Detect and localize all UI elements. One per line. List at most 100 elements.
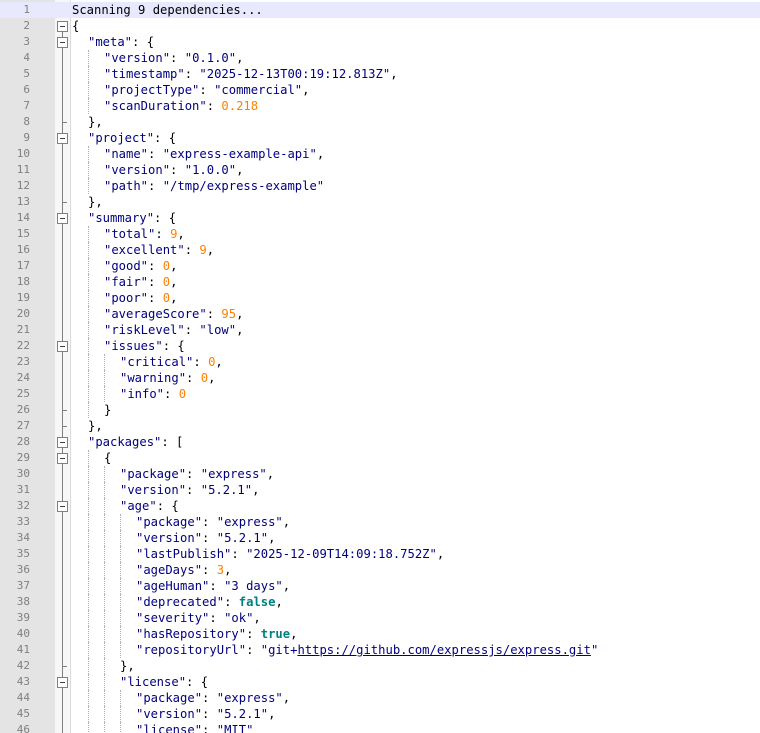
- fold-line: [56, 546, 70, 562]
- line-code: },: [88, 658, 135, 674]
- code-line[interactable]: 6 "projectType": "commercial",: [0, 82, 760, 98]
- code-line[interactable]: 4 "version": "0.1.0",: [0, 50, 760, 66]
- code-line[interactable]: 1 Scanning 9 dependencies...: [0, 2, 760, 18]
- code-token: :: [224, 595, 239, 609]
- code-line[interactable]: 35 "lastPublish": "2025-12-09T14:09:18.75…: [0, 546, 760, 562]
- code-line[interactable]: 37 "ageHuman": "3 days",: [0, 578, 760, 594]
- code-line[interactable]: 11 "version": "1.0.0",: [0, 162, 760, 178]
- fold-line: [56, 306, 70, 322]
- code-line[interactable]: 20 "averageScore": 95,: [0, 306, 760, 322]
- fold-collapse-icon[interactable]: [56, 34, 70, 50]
- fold-collapse-icon[interactable]: [56, 18, 70, 34]
- code-token: ,: [282, 579, 291, 593]
- code-line[interactable]: 28 "packages": [: [0, 434, 760, 450]
- code-token: : {: [132, 35, 155, 49]
- code-line[interactable]: 31 "version": "5.2.1",: [0, 482, 760, 498]
- line-number: 29: [16, 451, 30, 464]
- code-line[interactable]: 32 "age": {: [0, 498, 760, 514]
- line-code: "good": 0,: [88, 258, 177, 274]
- code-line[interactable]: 14 "summary": {: [0, 210, 760, 226]
- code-editor[interactable]: 1 Scanning 9 dependencies... 2{3 "meta": {4…: [0, 0, 760, 733]
- code-token: "2025-12-13T00:19:12.813Z": [199, 67, 391, 81]
- code-token: },: [88, 115, 103, 129]
- code-line[interactable]: 12 "path": "/tmp/express-example": [0, 178, 760, 194]
- line-code: "project": {: [88, 130, 176, 146]
- code-line[interactable]: 44 "package": "express",: [0, 690, 760, 706]
- line-number: 28: [16, 435, 30, 448]
- code-line[interactable]: 15 "total": 9,: [0, 226, 760, 242]
- code-token: :: [184, 323, 200, 337]
- code-token: "0.1.0": [184, 51, 237, 65]
- code-token: "express": [200, 467, 267, 481]
- code-line[interactable]: 21 "riskLevel": "low",: [0, 322, 760, 338]
- code-line[interactable]: 5 "timestamp": "2025-12-13T00:19:12.813Z"…: [0, 66, 760, 82]
- fold-collapse-icon[interactable]: [56, 210, 70, 226]
- fold-collapse-icon[interactable]: [56, 338, 70, 354]
- fold-collapse-icon[interactable]: [56, 450, 70, 466]
- code-token: :: [202, 723, 217, 733]
- line-code: "version": "5.2.1",: [88, 706, 275, 722]
- code-line[interactable]: 26}: [0, 402, 760, 418]
- code-line[interactable]: 38 "deprecated": false,: [0, 594, 760, 610]
- code-line[interactable]: 2{: [0, 18, 760, 34]
- line-number: 32: [16, 499, 30, 512]
- code-token: :: [202, 707, 217, 721]
- fold-collapse-icon[interactable]: [56, 130, 70, 146]
- repository-link[interactable]: https://github.com/expressjs/express.git: [297, 643, 591, 657]
- code-line[interactable]: 27},: [0, 418, 760, 434]
- code-line[interactable]: 33 "package": "express",: [0, 514, 760, 530]
- code-line[interactable]: 22 "issues": {: [0, 338, 760, 354]
- code-line[interactable]: 7 "scanDuration": 0.218: [0, 98, 760, 114]
- code-line[interactable]: 43 "license": {: [0, 674, 760, 690]
- code-line[interactable]: 23 "critical": 0,: [0, 354, 760, 370]
- fold-line: [56, 594, 70, 610]
- line-number: 11: [16, 163, 30, 176]
- code-line[interactable]: 45 "version": "5.2.1",: [0, 706, 760, 722]
- code-line[interactable]: 42},: [0, 658, 760, 674]
- fold-line: [56, 530, 70, 546]
- code-line[interactable]: 10 "name": "express-example-api",: [0, 146, 760, 162]
- line-code: "license": {: [88, 674, 209, 690]
- code-line[interactable]: 30 "package": "express",: [0, 466, 760, 482]
- line-number: 35: [16, 547, 30, 560]
- line-code: "version": "5.2.1",: [88, 530, 275, 546]
- code-line[interactable]: 19 "poor": 0,: [0, 290, 760, 306]
- code-token: 0: [200, 371, 209, 385]
- code-line[interactable]: 18 "fair": 0,: [0, 274, 760, 290]
- fold-collapse-icon[interactable]: [56, 674, 70, 690]
- code-line[interactable]: 3 "meta": {: [0, 34, 760, 50]
- code-line[interactable]: 17 "good": 0,: [0, 258, 760, 274]
- code-line[interactable]: 13},: [0, 194, 760, 210]
- code-line[interactable]: 25 "info": 0: [0, 386, 760, 402]
- code-line[interactable]: 8},: [0, 114, 760, 130]
- code-line[interactable]: 41 "repositoryUrl": "git+https://github.c…: [0, 642, 760, 658]
- code-line[interactable]: 36 "ageDays": 3,: [0, 562, 760, 578]
- code-line[interactable]: 40 "hasRepository": true,: [0, 626, 760, 642]
- code-token: "5.2.1": [216, 707, 269, 721]
- code-line[interactable]: 9 "project": {: [0, 130, 760, 146]
- fold-line: [56, 466, 70, 482]
- code-line[interactable]: 46 "license": "MIT": [0, 722, 760, 733]
- code-token: ,: [236, 51, 244, 65]
- code-line[interactable]: 16 "excellent": 9,: [0, 242, 760, 258]
- line-code: "repositoryUrl": "git+https://github.com…: [88, 642, 598, 658]
- code-line[interactable]: 39 "severity": "ok",: [0, 610, 760, 626]
- code-token: : {: [186, 675, 209, 689]
- fold-line: [56, 642, 70, 658]
- code-line[interactable]: 29 {: [0, 450, 760, 466]
- code-line[interactable]: 34 "version": "5.2.1",: [0, 530, 760, 546]
- line-number: 44: [16, 691, 30, 704]
- line-code: }: [88, 402, 111, 418]
- code-token: :: [184, 67, 200, 81]
- code-token: "good": [104, 259, 149, 273]
- line-code: "riskLevel": "low",: [88, 322, 243, 338]
- code-token: "ageHuman": [136, 579, 210, 593]
- code-line[interactable]: 24 "warning": 0,: [0, 370, 760, 386]
- code-token: ,: [170, 291, 178, 305]
- fold-end-marker: [56, 114, 70, 130]
- fold-collapse-icon[interactable]: [56, 434, 70, 450]
- fold-collapse-icon[interactable]: [56, 498, 70, 514]
- code-token: ,: [302, 83, 310, 97]
- code-token: "5.2.1": [200, 483, 253, 497]
- code-token: 0: [178, 387, 187, 401]
